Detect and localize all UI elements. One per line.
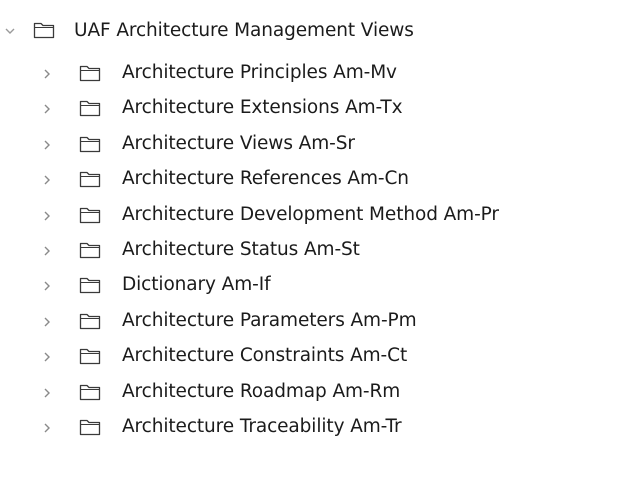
tree-node[interactable]: Architecture Constraints Am-Ct <box>0 341 625 371</box>
folder-icon <box>79 241 101 259</box>
chevron-right-icon[interactable] <box>40 315 54 329</box>
folder-icon <box>79 312 101 330</box>
tree-node-label: Dictionary Am-If <box>122 274 271 296</box>
chevron-right-icon[interactable] <box>40 173 54 187</box>
tree-node[interactable]: Architecture Traceability Am-Tr <box>0 412 625 442</box>
folder-icon <box>79 99 101 117</box>
tree-node[interactable]: Architecture References Am-Cn <box>0 164 625 194</box>
folder-icon <box>79 383 101 401</box>
tree-node[interactable]: Architecture Development Method Am-Pr <box>0 200 625 230</box>
chevron-right-icon[interactable] <box>40 244 54 258</box>
tree-node-label: Architecture Development Method Am-Pr <box>122 203 499 225</box>
tree-node-label: UAF Architecture Management Views <box>74 20 414 41</box>
chevron-down-icon[interactable] <box>3 24 17 38</box>
folder-icon <box>79 347 101 365</box>
tree-node-label: Architecture Status Am-St <box>122 239 360 260</box>
tree-node-label: Architecture Traceability Am-Tr <box>122 416 402 437</box>
chevron-right-icon[interactable] <box>40 386 54 400</box>
chevron-right-icon[interactable] <box>40 421 54 435</box>
tree-node-label: Architecture Constraints Am-Ct <box>122 345 408 367</box>
folder-icon <box>79 135 101 153</box>
folder-icon <box>79 64 101 82</box>
tree-node-label: Architecture Parameters Am-Pm <box>122 309 417 331</box>
chevron-right-icon[interactable] <box>40 350 54 364</box>
tree-node-label: Architecture Principles Am-Mv <box>122 62 397 83</box>
tree-node-label: Architecture Extensions Am-Tx <box>122 97 403 119</box>
tree-node[interactable]: Architecture Extensions Am-Tx <box>0 93 625 123</box>
tree-node[interactable]: Architecture Principles Am-Mv <box>0 58 625 88</box>
tree-node-label: Architecture Roadmap Am-Rm <box>122 380 401 402</box>
folder-icon <box>33 21 55 39</box>
tree-node[interactable]: Architecture Views Am-Sr <box>0 129 625 159</box>
chevron-right-icon[interactable] <box>40 279 54 293</box>
tree-node-label: Architecture References Am-Cn <box>122 168 409 190</box>
project-browser-tree: UAF Architecture Management Views Archit… <box>0 0 625 483</box>
tree-node[interactable]: Dictionary Am-If <box>0 270 625 300</box>
chevron-right-icon[interactable] <box>40 67 54 81</box>
tree-node-uaf-architecture-management-views[interactable]: UAF Architecture Management Views <box>0 16 625 46</box>
folder-icon <box>79 170 101 188</box>
tree-node-label: Architecture Views Am-Sr <box>122 132 355 154</box>
folder-icon <box>79 418 101 436</box>
chevron-right-icon[interactable] <box>40 102 54 116</box>
chevron-right-icon[interactable] <box>40 209 54 223</box>
tree-node[interactable]: Architecture Roadmap Am-Rm <box>0 377 625 407</box>
chevron-right-icon[interactable] <box>40 138 54 152</box>
tree-node[interactable]: Architecture Status Am-St <box>0 235 625 265</box>
tree-node[interactable]: Architecture Parameters Am-Pm <box>0 306 625 336</box>
folder-icon <box>79 276 101 294</box>
folder-icon <box>79 206 101 224</box>
